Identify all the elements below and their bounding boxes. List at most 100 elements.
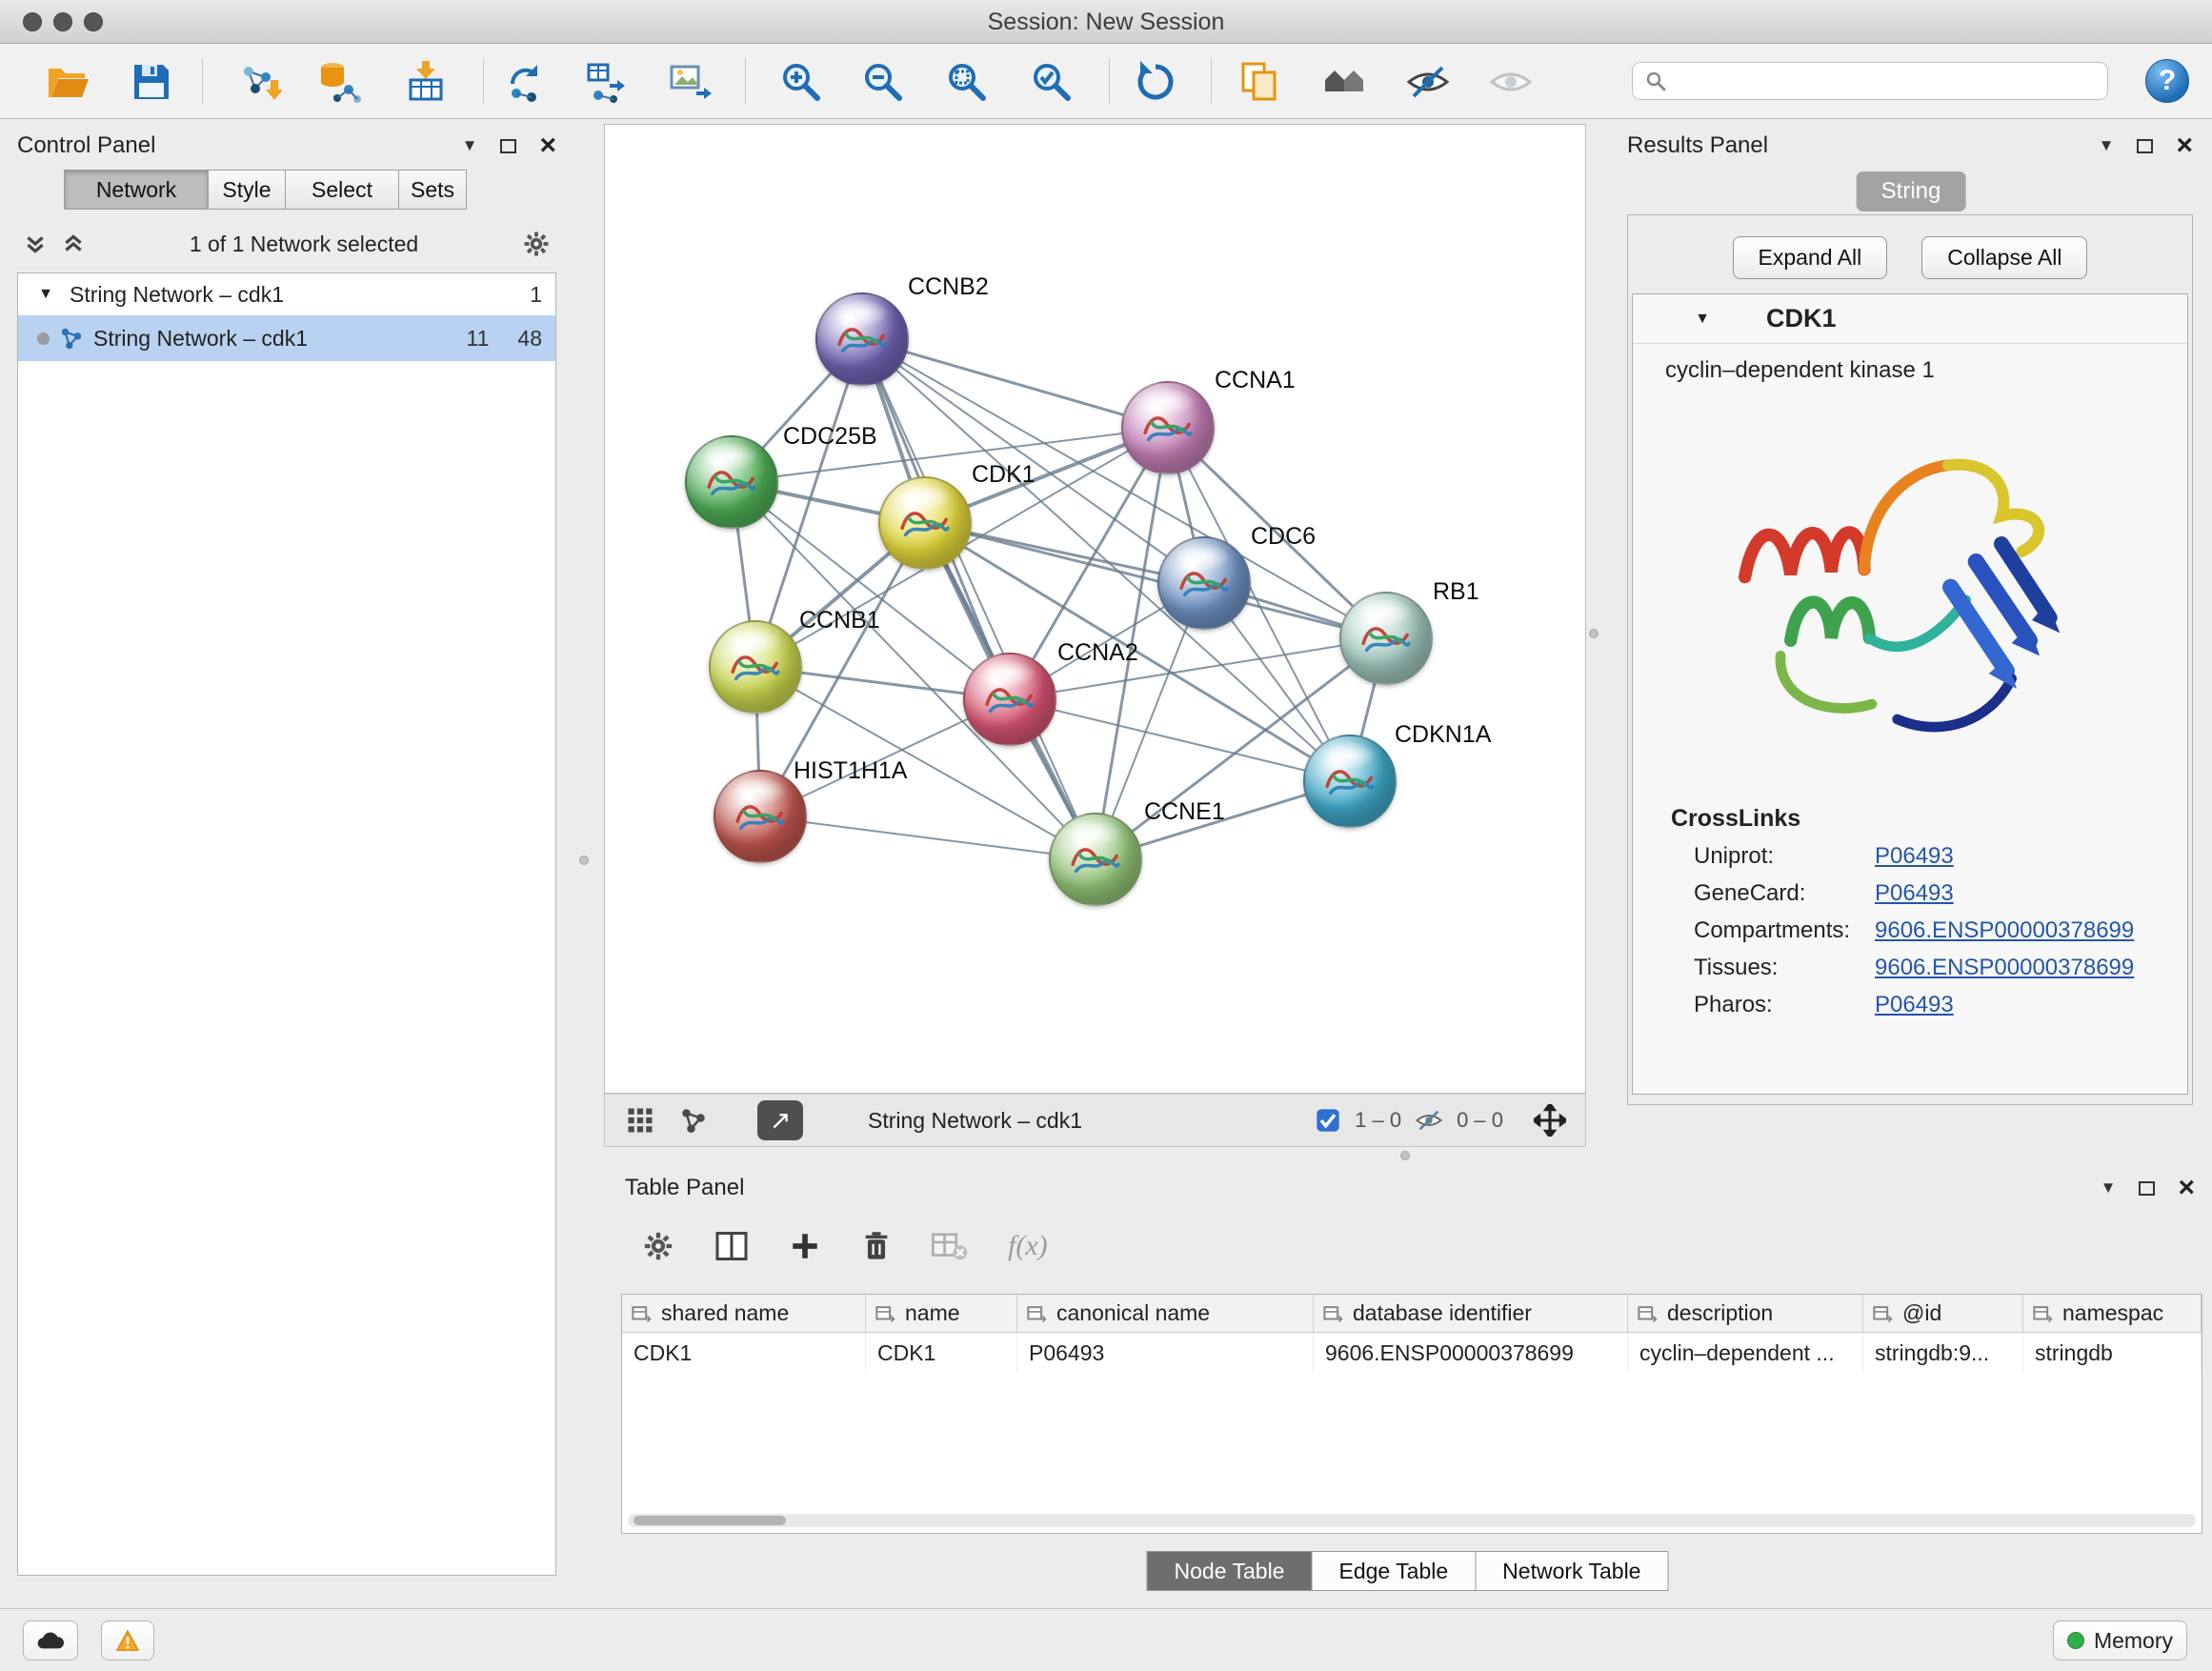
documents-icon[interactable] <box>1232 54 1287 110</box>
table-row[interactable]: CDK1 CDK1 P06493 9606.ENSP00000378699 cy… <box>622 1333 2202 1373</box>
search-input[interactable] <box>1677 69 2096 94</box>
apply-preferred-layout-icon[interactable] <box>1128 54 1183 110</box>
network-node-ccna1[interactable] <box>1121 381 1215 474</box>
first-neighbors-icon[interactable] <box>1317 54 1372 110</box>
tab-select[interactable]: Select <box>285 170 399 210</box>
tab-style[interactable]: Style <box>208 170 286 210</box>
network-node-ccne1[interactable] <box>1049 813 1142 906</box>
network-node-ccnb1[interactable] <box>709 620 802 714</box>
crosslink-pharos[interactable]: P06493 <box>1875 992 1954 1018</box>
column-header-namespace[interactable]: namespac <box>2023 1295 2202 1332</box>
crosslink-genecard[interactable]: P06493 <box>1875 880 1954 907</box>
network-node-cdc6[interactable] <box>1157 536 1251 630</box>
collapse-all-icon[interactable] <box>23 232 48 256</box>
pan-move-icon[interactable] <box>1534 1104 1566 1137</box>
disclosure-triangle-icon[interactable]: ▼ <box>31 286 60 303</box>
tab-network-table[interactable]: Network Table <box>1475 1551 1668 1591</box>
crosslink-uniprot[interactable]: P06493 <box>1875 843 1954 870</box>
close-panel-icon[interactable]: × <box>2176 136 2193 155</box>
expand-all-button[interactable]: Expand All <box>1733 236 1888 279</box>
column-header-shared-name[interactable]: shared name <box>622 1295 866 1332</box>
scrollbar-thumb[interactable] <box>633 1516 786 1525</box>
network-node-rb1[interactable] <box>1339 592 1433 685</box>
close-panel-icon[interactable]: × <box>539 136 556 155</box>
zoom-fit-icon[interactable] <box>939 54 995 110</box>
cell-shared-name[interactable]: CDK1 <box>622 1333 866 1373</box>
tab-network[interactable]: Network <box>64 170 209 210</box>
hidden-eye-icon[interactable] <box>1415 1106 1443 1135</box>
panel-menu-icon[interactable]: ▼ <box>462 136 478 155</box>
network-node-cdkn1a[interactable] <box>1303 735 1397 828</box>
float-panel-icon[interactable] <box>2139 1181 2155 1196</box>
column-header-description[interactable]: description <box>1628 1295 1863 1332</box>
panel-menu-icon[interactable]: ▼ <box>2099 136 2115 155</box>
crosslink-tissues[interactable]: 9606.ENSP00000378699 <box>1875 955 2134 981</box>
cell-namespace[interactable]: stringdb <box>2023 1333 2202 1373</box>
close-window-button[interactable] <box>23 12 42 31</box>
table-settings-gear-icon[interactable] <box>642 1230 674 1262</box>
network-node-ccnb2[interactable] <box>815 292 909 386</box>
cell-id[interactable]: stringdb:9... <box>1863 1333 2023 1373</box>
expand-all-icon[interactable] <box>61 232 86 256</box>
column-header-database-identifier[interactable]: database identifier <box>1314 1295 1628 1332</box>
network-node-cdk1[interactable] <box>878 476 972 570</box>
maximize-window-button[interactable] <box>84 12 103 31</box>
horizontal-splitter-handle[interactable] <box>1400 1151 1410 1160</box>
network-node-cdc25b[interactable] <box>685 435 778 529</box>
crosslink-compartments[interactable]: 9606.ENSP00000378699 <box>1875 917 2134 944</box>
selected-checkbox-icon[interactable] <box>1315 1107 1341 1134</box>
panel-menu-icon[interactable]: ▼ <box>2101 1178 2117 1198</box>
zoom-in-icon[interactable] <box>774 54 829 110</box>
close-panel-icon[interactable]: × <box>2178 1178 2195 1198</box>
network-from-table-icon[interactable] <box>580 54 635 110</box>
show-all-icon[interactable] <box>1483 54 1538 110</box>
column-header-name[interactable]: name <box>866 1295 1017 1332</box>
search-icon <box>1644 70 1667 92</box>
gear-icon[interactable] <box>522 230 551 258</box>
network-edge-layer[interactable] <box>605 125 1585 1093</box>
vertical-splitter-handle[interactable] <box>1589 629 1599 638</box>
network-row-selected[interactable]: String Network – cdk1 11 48 <box>18 315 555 361</box>
add-column-icon[interactable] <box>789 1230 821 1262</box>
edge-count: 48 <box>517 326 542 352</box>
column-header-id[interactable]: @id <box>1863 1295 2023 1332</box>
grid-view-icon[interactable] <box>624 1104 656 1137</box>
column-header-canonical-name[interactable]: canonical name <box>1017 1295 1314 1332</box>
disclosure-triangle-icon[interactable]: ▼ <box>1688 311 1717 328</box>
warnings-button[interactable] <box>101 1621 154 1661</box>
open-session-icon[interactable] <box>40 54 95 110</box>
network-node-ccna2[interactable] <box>963 653 1056 746</box>
cell-description[interactable]: cyclin–dependent ... <box>1628 1333 1863 1373</box>
vertical-splitter-handle[interactable] <box>579 856 589 865</box>
tab-node-table[interactable]: Node Table <box>1147 1551 1313 1591</box>
help-button[interactable]: ? <box>2145 59 2189 103</box>
float-panel-icon[interactable] <box>2137 139 2153 153</box>
network-collection-row[interactable]: ▼ String Network – cdk1 1 <box>18 273 555 315</box>
import-network-file-icon[interactable] <box>231 54 287 110</box>
detach-view-icon[interactable]: ↗ <box>757 1100 803 1140</box>
horizontal-scrollbar[interactable] <box>628 1514 2196 1527</box>
new-network-from-selection-icon[interactable] <box>498 54 553 110</box>
tab-sets[interactable]: Sets <box>398 170 467 210</box>
cell-database-identifier[interactable]: 9606.ENSP00000378699 <box>1314 1333 1628 1373</box>
cell-name[interactable]: CDK1 <box>866 1333 1017 1373</box>
delete-column-icon[interactable] <box>861 1230 892 1262</box>
network-overview-icon[interactable] <box>677 1104 710 1137</box>
tab-edge-table[interactable]: Edge Table <box>1311 1551 1476 1591</box>
collapse-all-button[interactable]: Collapse All <box>1921 236 2087 279</box>
minimize-window-button[interactable] <box>53 12 72 31</box>
export-network-image-icon[interactable] <box>663 54 718 110</box>
cloud-status-button[interactable] <box>23 1621 78 1661</box>
cell-canonical-name[interactable]: P06493 <box>1017 1333 1314 1373</box>
memory-button[interactable]: Memory <box>2053 1621 2187 1661</box>
float-panel-icon[interactable] <box>500 139 516 153</box>
show-columns-icon[interactable] <box>714 1229 749 1263</box>
hide-selected-icon[interactable] <box>1400 54 1456 110</box>
network-canvas[interactable]: CCNB2 CCNA1 CDC25B CDK1 CDC6 RB1 CCNB1 C… <box>604 124 1586 1094</box>
save-session-icon[interactable] <box>124 54 179 110</box>
import-table-icon[interactable] <box>398 54 453 110</box>
zoom-out-icon[interactable] <box>855 54 911 110</box>
zoom-selected-icon[interactable] <box>1024 54 1079 110</box>
tab-string[interactable]: String <box>1857 171 1966 211</box>
import-network-database-icon[interactable] <box>312 54 367 110</box>
